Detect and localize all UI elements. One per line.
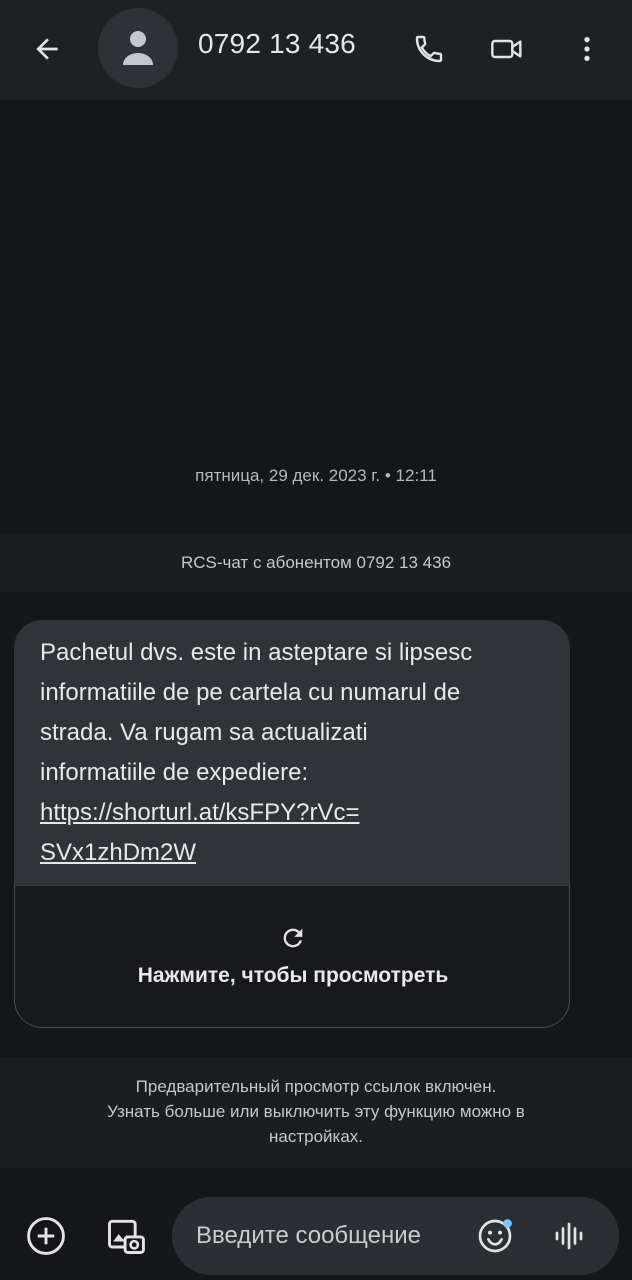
message-text: Pachetul dvs. este in asteptare si lipse… [40,633,560,873]
add-circle-icon[interactable] [20,1210,72,1262]
message-line: informatiile de expediere: [40,759,309,786]
contact-title[interactable]: 0792 13 436 [198,28,356,60]
video-camera-icon[interactable] [482,24,532,74]
arrow-back-icon[interactable] [22,24,72,74]
rcs-notice-text: RCS-чат с абонентом 0792 13 436 [180,552,452,572]
link-preview-card[interactable]: Нажмите, чтобы просмотреть [14,885,570,1028]
phone-icon[interactable] [404,24,454,74]
gallery-icon[interactable] [100,1210,152,1262]
voice-waveform-icon[interactable] [546,1213,592,1259]
person-icon [123,31,153,65]
message-line: strada. Va rugam sa actualizati [40,719,368,746]
avatar[interactable] [98,8,178,88]
notice-line: Узнать больше или выключить эту функцию … [107,1102,525,1121]
message-timestamp: пятница, 29 дек. 2023 г. • 12:11 [195,466,437,485]
more-vert-icon[interactable] [562,24,612,74]
link-preview-notice[interactable]: Предварительный просмотр ссылок включен.… [0,1058,632,1168]
notice-line: настройках. [268,1127,364,1146]
notice-line: Предварительный просмотр ссылок включен. [135,1077,497,1096]
rcs-notice: RCS-чат с абонентом 0792 13 436 [0,533,632,592]
message-composer[interactable] [172,1197,619,1275]
preview-label: Нажмите, чтобы просмотреть [137,964,449,987]
app-bar: 0792 13 436 [0,0,632,100]
message-link[interactable]: https://shorturl.at/ksFPY?rVc= [40,799,359,826]
message-line: Pachetul dvs. este in asteptare si lipse… [40,639,473,666]
emoji-icon[interactable] [472,1213,518,1259]
message-input[interactable] [196,1219,466,1253]
refresh-icon [279,924,307,952]
message-bubble[interactable]: Pachetul dvs. este in asteptare si lipse… [14,620,570,1028]
message-link[interactable]: SVx1zhDm2W [40,839,196,866]
message-line: informatiile de pe cartela cu numarul de [40,679,461,706]
